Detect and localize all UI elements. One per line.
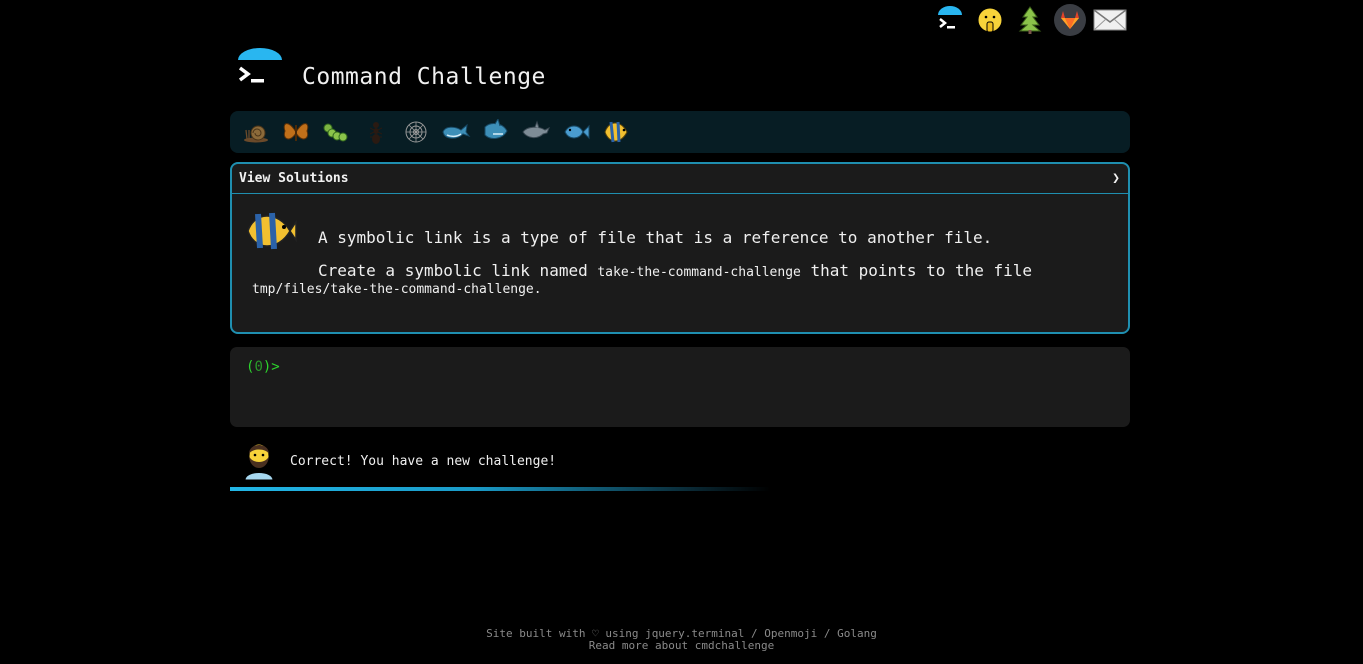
- shark-icon[interactable]: [476, 115, 516, 149]
- link-name-code: take-the-command-challenge: [597, 265, 801, 280]
- view-solutions-toggle[interactable]: View Solutions ❯: [232, 164, 1128, 194]
- page-header: Command Challenge: [234, 46, 546, 96]
- terminal-logo-icon[interactable]: [930, 2, 970, 38]
- butterfly-icon[interactable]: [276, 115, 316, 149]
- tree-icon[interactable]: [1010, 2, 1050, 38]
- chevron-right-icon[interactable]: ❯: [1112, 171, 1120, 186]
- caterpillar-icon[interactable]: [316, 115, 356, 149]
- challenge-task-text-end: that points to the file: [800, 261, 1033, 280]
- challenge-task: Create a symbolic link named take-the-co…: [318, 261, 1032, 280]
- challenge-target: tmp/files/take-the-command-challenge.: [252, 282, 542, 297]
- top-nav: [930, 2, 1130, 38]
- progress-bar: [230, 487, 770, 491]
- spider-web-icon[interactable]: [396, 115, 436, 149]
- envelope-icon[interactable]: [1090, 2, 1130, 38]
- tropical-fish-icon[interactable]: [596, 115, 636, 149]
- footer-about-link[interactable]: Read more about cmdchallenge: [0, 640, 1363, 652]
- feedback-message-row: Correct! You have a new challenge!: [242, 438, 556, 484]
- terminal-input-area[interactable]: (0)>: [230, 347, 1130, 427]
- view-solutions-label: View Solutions: [239, 171, 349, 186]
- target-period: .: [533, 282, 542, 297]
- feedback-text: Correct! You have a new challenge!: [290, 453, 557, 469]
- whale-icon[interactable]: [436, 115, 476, 149]
- target-path-code: tmp/files/take-the-command-challenge: [252, 282, 534, 297]
- level-selector: [230, 111, 1130, 153]
- ant-icon[interactable]: [356, 115, 396, 149]
- terminal-logo-icon[interactable]: [234, 46, 286, 96]
- challenge-panel: View Solutions ❯ A symbolic link is a ty…: [230, 162, 1130, 334]
- tropical-fish-icon: [244, 208, 298, 258]
- dolphin-icon[interactable]: [516, 115, 556, 149]
- challenge-task-text: Create a symbolic link named: [318, 261, 598, 280]
- gitlab-icon[interactable]: [1050, 2, 1090, 38]
- challenge-description: A symbolic link is a type of file that i…: [232, 194, 1128, 297]
- page-title: Command Challenge: [302, 64, 546, 90]
- bearded-person-icon: [242, 438, 276, 484]
- prompt-count: 0: [254, 359, 263, 375]
- challenge-intro: A symbolic link is a type of file that i…: [318, 228, 993, 247]
- footer: Site built with ♡ using jquery.terminal …: [0, 628, 1363, 652]
- fish-icon[interactable]: [556, 115, 596, 149]
- terminal-prompt: (0)>: [246, 359, 280, 375]
- shushing-face-icon[interactable]: [970, 2, 1010, 38]
- snail-icon[interactable]: [236, 115, 276, 149]
